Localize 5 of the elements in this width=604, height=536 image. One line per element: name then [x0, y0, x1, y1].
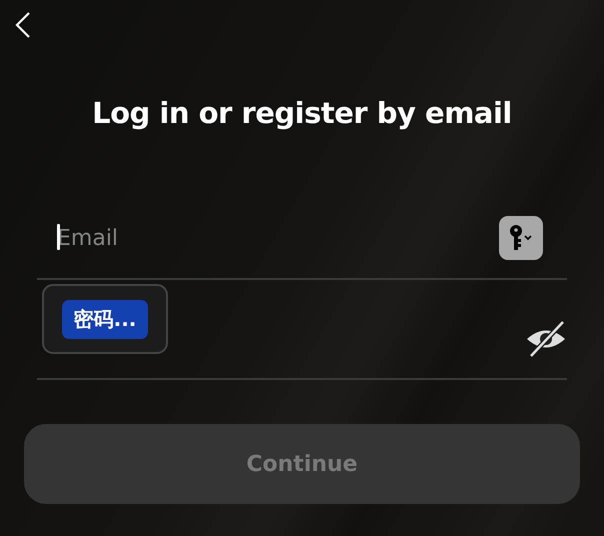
page-title: Log in or register by email: [91, 96, 513, 130]
autofill-button[interactable]: 密码...: [62, 300, 148, 338]
key-icon[interactable]: [499, 216, 543, 260]
eye-slash-icon[interactable]: [525, 320, 567, 358]
back-icon[interactable]: [14, 11, 32, 39]
